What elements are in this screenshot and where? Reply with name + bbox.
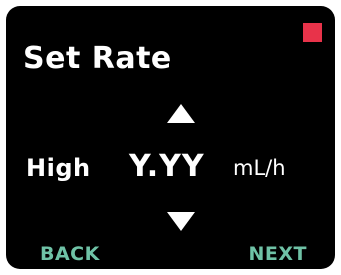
decrease-rate-arrow-icon[interactable]	[167, 212, 195, 231]
next-button[interactable]: NEXT	[249, 245, 308, 264]
rate-level-label: High	[26, 154, 91, 182]
status-indicator	[303, 23, 322, 42]
page-title: Set Rate	[23, 41, 172, 76]
device-screen: Set Rate High Y.YY mL/h BACK NEXT	[6, 6, 335, 269]
rate-value: Y.YY	[129, 149, 205, 184]
increase-rate-arrow-icon[interactable]	[167, 104, 195, 123]
rate-unit: mL/h	[233, 156, 286, 180]
back-button[interactable]: BACK	[40, 245, 100, 264]
rate-row: High Y.YY mL/h	[6, 152, 335, 188]
